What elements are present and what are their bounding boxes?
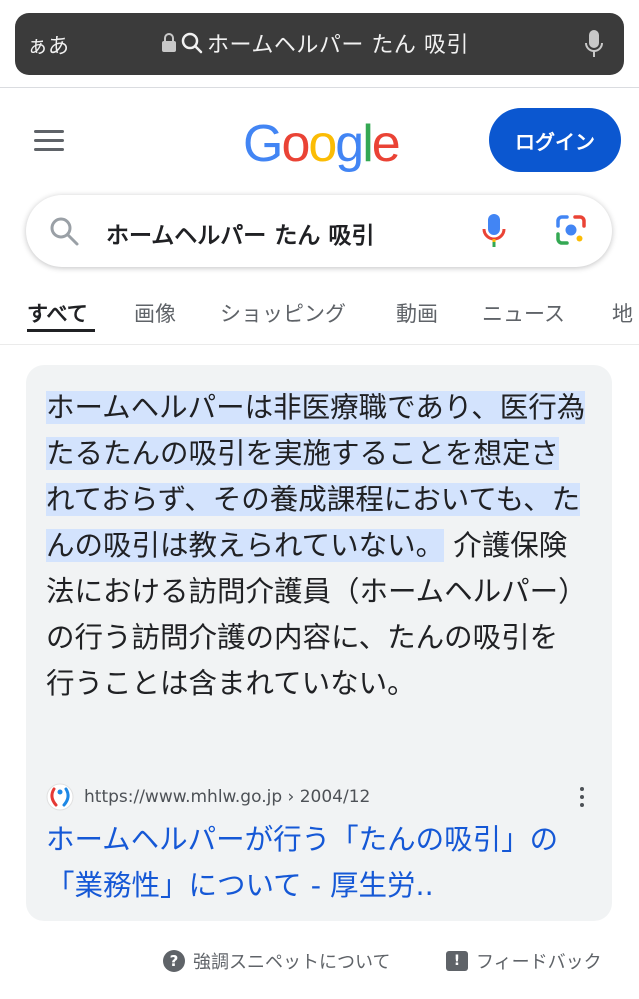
snippet-footer: ? 強調スニペットについて ! フィードバック: [0, 938, 639, 986]
microphone-icon[interactable]: [584, 29, 604, 59]
search-box[interactable]: ホームヘルパー たん 吸引: [26, 195, 612, 267]
login-button[interactable]: ログイン: [489, 108, 621, 172]
tab-news[interactable]: ニュース: [482, 298, 565, 328]
browser-toolbar: ぁあ ホームヘルパー たん 吸引: [0, 0, 639, 88]
feedback-icon: !: [446, 951, 468, 971]
active-tab-indicator: [27, 329, 95, 332]
help-icon: ?: [163, 950, 185, 972]
about-snippets-link[interactable]: ? 強調スニペットについて: [163, 948, 390, 974]
source-url: https://www.mhlw.go.jp › 2004/12: [84, 787, 371, 807]
search-icon: [50, 217, 79, 246]
address-center[interactable]: ホームヘルパー たん 吸引: [161, 27, 469, 59]
voice-search-icon[interactable]: [481, 212, 507, 250]
mhlw-favicon-icon: [46, 783, 74, 811]
feedback-label: フィードバック: [476, 952, 602, 973]
search-tabs: すべて 画像 ショッピング 動画 ニュース 地: [0, 290, 639, 345]
result-title-link[interactable]: ホームヘルパーが行う「たんの吸引」の「業務性」について - 厚生労..: [46, 817, 594, 909]
snippet-text: ホームヘルパーは非医療職であり、医行為たるたんの吸引を実施することを想定されてお…: [46, 385, 586, 707]
google-header: Google ログイン: [0, 88, 639, 188]
lens-icon[interactable]: [554, 213, 588, 247]
search-icon: [181, 32, 203, 54]
reader-settings-button[interactable]: ぁあ: [27, 30, 69, 60]
tab-maps[interactable]: 地: [612, 298, 633, 328]
url-text: ホームヘルパー たん 吸引: [207, 33, 469, 58]
menu-icon[interactable]: [34, 130, 64, 152]
feedback-link[interactable]: ! フィードバック: [446, 948, 602, 974]
source-line[interactable]: https://www.mhlw.go.jp › 2004/12: [46, 783, 370, 811]
about-snippets-label: 強調スニペットについて: [193, 952, 391, 973]
featured-snippet-card: ホームヘルパーは非医療職であり、医行為たるたんの吸引を実施することを想定されてお…: [26, 365, 612, 921]
tab-images[interactable]: 画像: [134, 298, 176, 328]
tab-shopping[interactable]: ショッピング: [220, 298, 346, 328]
address-bar[interactable]: ぁあ ホームヘルパー たん 吸引: [15, 13, 624, 75]
tab-all[interactable]: すべて: [27, 298, 88, 328]
more-options-icon[interactable]: [578, 787, 586, 809]
google-logo[interactable]: Google: [243, 114, 401, 174]
lock-icon: [162, 33, 176, 52]
tab-videos[interactable]: 動画: [396, 298, 438, 328]
search-input[interactable]: ホームヘルパー たん 吸引: [106, 216, 374, 250]
